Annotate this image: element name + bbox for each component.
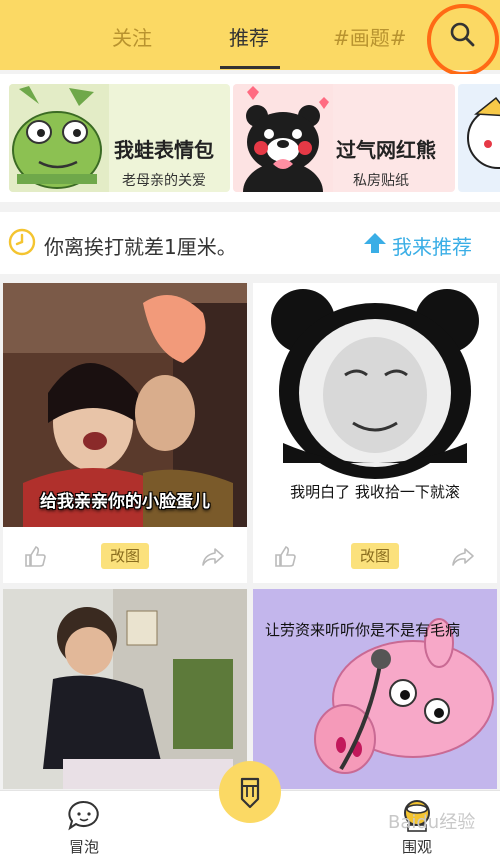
banner-bear-stickers[interactable]: 过气网红熊 私房贴纸: [233, 84, 455, 192]
clock-icon: [8, 228, 36, 256]
edit-image-button[interactable]: 改图: [351, 543, 399, 569]
bear-illustration: [233, 84, 333, 192]
nav-watch-label: 围观: [401, 838, 432, 856]
meme-image[interactable]: 我明白了 我收拾一下就滚: [253, 283, 497, 527]
edit-image-button[interactable]: 改图: [101, 543, 149, 569]
daily-tip-row: 你离挨打就差1厘米。 我来推荐: [0, 212, 500, 274]
tab-follow[interactable]: 关注: [112, 22, 152, 51]
daily-tip-text: 你离挨打就差1厘米。: [44, 235, 237, 259]
card-actions: 改图: [253, 531, 497, 583]
recommend-label: 我来推荐: [392, 235, 472, 259]
nav-bubble-label: 冒泡: [68, 838, 99, 856]
meme-image[interactable]: [3, 589, 247, 789]
watermark-text: Baidu经验: [388, 812, 476, 833]
tab-topic[interactable]: #画题#: [333, 22, 407, 51]
feed-card[interactable]: [3, 589, 247, 789]
active-tab-indicator: [220, 66, 280, 69]
share-icon[interactable]: [451, 545, 475, 569]
meme-caption: 给我亲亲你的小脸蛋儿: [40, 492, 210, 512]
banner-partial-illustration: [467, 96, 500, 169]
create-button[interactable]: [219, 761, 281, 823]
banner-title: 过气网红熊: [336, 138, 436, 162]
feed-card[interactable]: 给我亲亲你的小脸蛋儿 改图: [3, 283, 247, 583]
annotation-circle: [427, 4, 499, 76]
banner-subtitle: 老母亲的关爱: [122, 173, 206, 189]
banner-partial[interactable]: [458, 84, 500, 192]
thumbs-up-icon[interactable]: [273, 545, 297, 569]
top-bar: 关注 推荐 #画题#: [0, 0, 500, 70]
banner-title: 我蛙表情包: [114, 138, 214, 162]
tab-recommend[interactable]: 推荐: [229, 22, 269, 51]
sleeping-boy-illustration: [3, 589, 247, 789]
meme-image[interactable]: 给我亲亲你的小脸蛋儿: [3, 283, 247, 527]
thumbs-up-icon[interactable]: [23, 545, 47, 569]
meme-caption: 我明白了 我收拾一下就滚: [290, 483, 460, 501]
chat-bubble-icon: [68, 800, 99, 831]
banner-frog-stickers[interactable]: 我蛙表情包 老母亲的关爱: [9, 84, 230, 192]
frog-illustration: [9, 84, 109, 192]
meme-caption: 让劳资来听听你是不是有毛病: [265, 621, 461, 639]
pencil-icon: [240, 777, 260, 809]
card-actions: 改图: [3, 531, 247, 583]
feed-card[interactable]: 我明白了 我收拾一下就滚 改图: [253, 283, 497, 583]
banner-carousel[interactable]: 我蛙表情包 老母亲的关爱 过气网红熊 私房贴纸: [0, 74, 500, 202]
nav-bubble[interactable]: 冒泡: [54, 799, 114, 856]
banner-subtitle: 私房贴纸: [353, 173, 409, 189]
feed-card[interactable]: 让劳资来听听你是不是有毛病: [253, 589, 497, 789]
meme-image[interactable]: 让劳资来听听你是不是有毛病: [253, 589, 497, 789]
share-icon[interactable]: [201, 545, 225, 569]
upload-arrow-icon: [364, 233, 386, 253]
